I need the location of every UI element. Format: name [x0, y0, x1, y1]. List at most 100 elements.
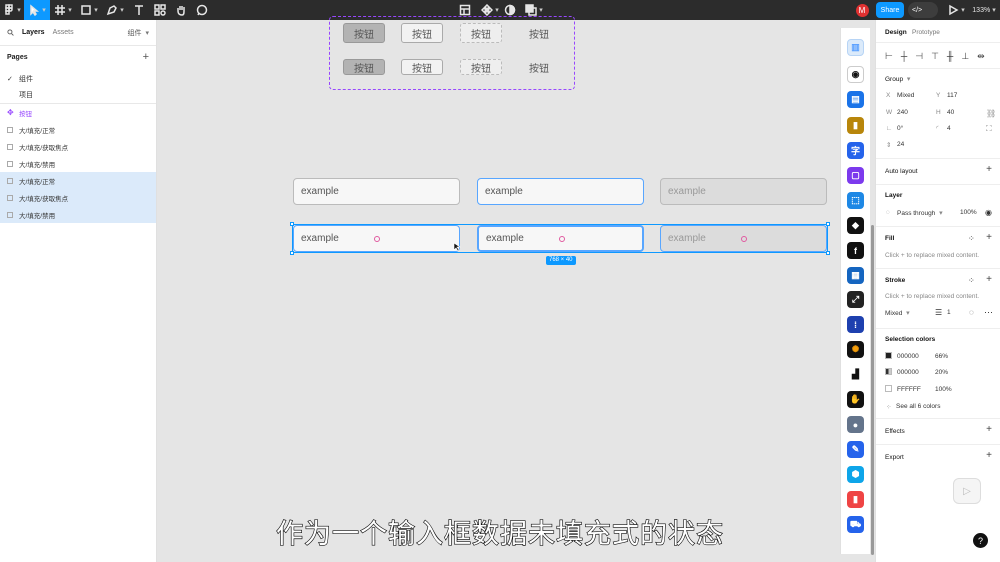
color-opacity[interactable]: 20% [935, 369, 948, 376]
plugin-grid-icon[interactable]: ▦ [847, 267, 864, 284]
x-value[interactable]: Mixed [897, 92, 914, 99]
plugin-eye-icon[interactable]: ◉ [847, 66, 864, 83]
tab-prototype[interactable]: Prototype [912, 29, 940, 36]
button-variant[interactable]: 按钮 [401, 59, 443, 75]
design-canvas[interactable]: 按钮 按钮 按钮 按钮 按钮 按钮 按钮 按钮 example example … [157, 16, 840, 562]
layer-item-button-component[interactable]: ✥ 按钮 [0, 104, 156, 121]
plugin-avatar-icon[interactable]: ● [847, 416, 864, 433]
input-disabled[interactable]: example [660, 178, 827, 205]
group-label[interactable]: Group ▾ [885, 75, 910, 83]
color-swatch[interactable] [885, 352, 892, 359]
add-page-icon[interactable]: + [143, 51, 149, 63]
button-variant[interactable]: 按钮 [343, 59, 385, 75]
more-options-icon[interactable]: ⋯ [984, 307, 993, 318]
add-fill-icon[interactable]: + [986, 232, 992, 243]
resize-handle[interactable] [290, 222, 294, 226]
plugin-hexagon-icon[interactable]: ⬢ [847, 466, 864, 483]
opacity-value[interactable]: 100% [960, 209, 977, 216]
resize-handle[interactable] [826, 222, 830, 226]
layer-item[interactable]: 大/填充/获取焦点 [0, 138, 156, 155]
tab-design[interactable]: Design [885, 29, 907, 36]
color-hex[interactable]: 000000 [897, 353, 919, 360]
rotation-value[interactable]: 0° [897, 125, 903, 132]
plugin-stamp-icon[interactable]: ▟ [847, 366, 864, 383]
input-normal[interactable]: example [293, 178, 460, 205]
constrain-proportions-icon[interactable]: ⛓ [986, 109, 996, 118]
layer-item[interactable]: 大/填充/正常 [0, 121, 156, 138]
align-center-icon[interactable]: ┼ [901, 51, 907, 62]
blend-mode-dropdown[interactable]: Pass through ▾ [897, 209, 943, 217]
button-variant[interactable]: 按钮 [518, 59, 560, 75]
present-button[interactable]: ▾ [946, 0, 966, 20]
tab-assets[interactable]: Assets [53, 29, 74, 36]
layer-item-selected[interactable]: 大/填充/正常 [0, 172, 156, 189]
tab-layers[interactable]: Layers [22, 29, 45, 36]
add-auto-layout-icon[interactable]: + [986, 164, 992, 175]
align-right-icon[interactable]: ⊣ [915, 51, 923, 62]
align-top-icon[interactable]: ⊤ [931, 51, 939, 62]
layer-item-selected[interactable]: 大/填充/禁用 [0, 206, 156, 223]
resources-button[interactable] [150, 0, 170, 20]
search-icon[interactable] [7, 29, 14, 36]
add-export-icon[interactable]: + [986, 450, 992, 461]
plugin-frame-icon[interactable]: ⬚ [847, 192, 864, 209]
plugin-dots-icon[interactable]: ⁞ [847, 316, 864, 333]
plugin-pen-icon[interactable]: ✎ [847, 441, 864, 458]
comment-tool-button[interactable] [192, 0, 212, 20]
color-opacity[interactable]: 100% [935, 386, 952, 393]
plugin-layout-icon[interactable]: ▥ [847, 39, 864, 56]
see-all-colors-link[interactable]: See all 6 colors [896, 403, 940, 410]
align-middle-icon[interactable]: ╫ [947, 51, 953, 62]
page-item-components[interactable]: ✓ 组件 [0, 70, 156, 87]
page-item-projects[interactable]: 项目 [0, 87, 156, 104]
distribute-icon[interactable]: ⇹ [977, 51, 985, 62]
stroke-position-icon[interactable]: ◌ [969, 308, 974, 317]
color-hex[interactable]: FFFFFF [897, 386, 921, 393]
color-hex[interactable]: 000000 [897, 369, 919, 376]
y-value[interactable]: 117 [947, 92, 957, 99]
button-variant[interactable]: 按钮 [343, 23, 385, 43]
plugin-component-icon[interactable]: ◆ [847, 217, 864, 234]
stroke-styles-icon[interactable]: ⁘ [968, 276, 975, 285]
plugin-twitch-icon[interactable]: ▢ [847, 167, 864, 184]
page-switch-dropdown[interactable]: 组件 ▾ [128, 28, 149, 38]
shape-tool-button[interactable]: ▾ [76, 0, 102, 20]
align-left-icon[interactable]: ⊢ [885, 51, 893, 62]
plugin-scrollbar[interactable] [871, 225, 874, 555]
constraint-handle-icon[interactable] [374, 236, 380, 242]
plugin-chart-icon[interactable]: ▮ [847, 491, 864, 508]
add-stroke-icon[interactable]: + [986, 274, 992, 285]
share-button[interactable]: Share [876, 2, 904, 18]
button-variant[interactable]: 按钮 [518, 23, 560, 43]
plugin-f-icon[interactable]: f [847, 242, 864, 259]
visibility-eye-icon[interactable]: ◉ [985, 208, 992, 217]
fill-styles-icon[interactable]: ⁘ [968, 234, 975, 243]
button-variant[interactable]: 按钮 [460, 23, 502, 43]
h-value[interactable]: 40 [947, 109, 954, 116]
constraint-handle-icon[interactable] [741, 236, 747, 242]
plugin-document-icon[interactable]: ▤ [847, 91, 864, 108]
plugin-font-icon[interactable]: 字 [847, 142, 864, 159]
main-menu-button[interactable]: ▾ [0, 0, 24, 20]
text-tool-button[interactable] [128, 0, 150, 20]
corner-radius-value[interactable]: 4 [947, 125, 951, 132]
stroke-mode-dropdown[interactable]: Mixed ▾ [885, 309, 910, 317]
input-focused[interactable]: example [477, 225, 644, 252]
frame-tool-button[interactable]: ▾ [50, 0, 76, 20]
input-focused[interactable]: example [477, 178, 644, 205]
plugin-sun-icon[interactable]: ✺ [847, 341, 864, 358]
user-avatar[interactable]: M [854, 0, 870, 20]
w-value[interactable]: 240 [897, 109, 908, 116]
stroke-weight-value[interactable]: 1 [947, 309, 951, 316]
spacing-value[interactable]: 24 [897, 141, 904, 148]
align-bottom-icon[interactable]: ⊥ [961, 51, 969, 62]
plugin-film-icon[interactable]: ▮ [847, 117, 864, 134]
color-swatch[interactable] [885, 368, 892, 375]
move-tool-button[interactable]: ▾ [24, 0, 50, 20]
pen-tool-button[interactable]: ▾ [102, 0, 128, 20]
layer-item-selected[interactable]: 大/填充/获取焦点 [0, 189, 156, 206]
add-effect-icon[interactable]: + [986, 424, 992, 435]
plugin-scale-icon[interactable]: ⤢ [847, 291, 864, 308]
color-swatch[interactable] [885, 385, 892, 392]
resize-handle[interactable] [826, 251, 830, 255]
